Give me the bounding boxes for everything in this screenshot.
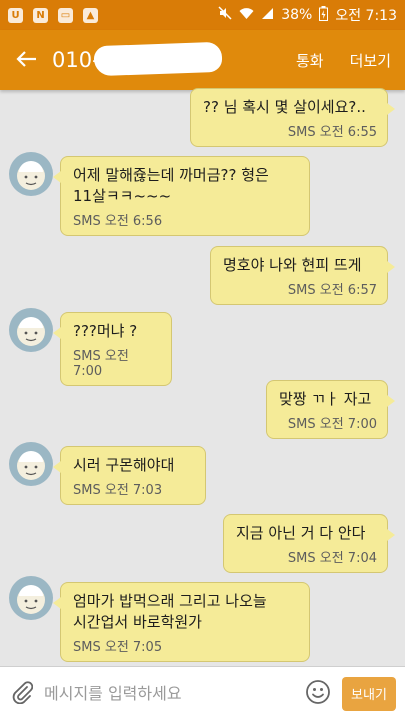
message-timestamp: SMS 오전 7:00 xyxy=(73,349,129,379)
gallery-icon: ▭ xyxy=(58,7,73,23)
message-timestamp: SMS 오전 7:00 xyxy=(287,417,377,432)
message-text: 어제 말해쥲는데 까머금?? 형은 11살ㅋㅋ~~~ xyxy=(73,166,269,205)
u-app-icon: U xyxy=(8,7,23,23)
message-list[interactable]: ?? 님 혹시 몇 살이세요?.. SMS 오전 6:55 어제 말해쥲는데 까… xyxy=(0,88,405,666)
message-bubble-incoming[interactable]: 시러 구몬해야대 SMS 오전 7:03 xyxy=(53,446,206,505)
message-text: 맞짱 ㄲㅏ 자고 xyxy=(279,390,372,408)
message-bubble-incoming[interactable]: 엄마가 밥먹으래 그리고 나오늘 시간업서 바로학원가 SMS 오전 7:05 xyxy=(53,582,310,662)
message-text: ?? 님 혹시 몇 살이세요?.. xyxy=(203,98,366,116)
message-timestamp: SMS 오전 6:56 xyxy=(73,214,163,229)
attach-button[interactable] xyxy=(0,680,44,708)
image-icon: ▲ xyxy=(83,7,98,23)
smiley-icon xyxy=(305,679,331,709)
avatar[interactable] xyxy=(9,308,53,352)
message-timestamp: SMS 오전 7:05 xyxy=(73,640,163,655)
arrow-left-icon xyxy=(15,46,37,74)
face-avatar-icon xyxy=(17,451,45,480)
message-timestamp: SMS 오전 7:04 xyxy=(287,551,377,566)
n-app-icon: N xyxy=(33,7,48,23)
contact-number-text: 010- xyxy=(52,48,100,72)
message-input[interactable] xyxy=(44,684,300,703)
message-bubble-outgoing[interactable]: 명호야 나와 현피 뜨게 SMS 오전 6:57 xyxy=(210,246,395,305)
signal-icon xyxy=(261,7,274,24)
wifi-icon xyxy=(239,7,254,24)
conversation-header: 010- 통화 더보기 xyxy=(0,30,405,90)
message-timestamp: SMS 오전 7:03 xyxy=(73,483,163,498)
clock: 오전 7:13 xyxy=(335,8,397,24)
message-bubble-outgoing[interactable]: ?? 님 혹시 몇 살이세요?.. SMS 오전 6:55 xyxy=(190,88,395,147)
contact-number: 010- xyxy=(52,41,223,77)
face-avatar-icon xyxy=(17,585,45,614)
call-button[interactable]: 통화 xyxy=(296,50,324,71)
message-bubble-outgoing[interactable]: 맞짱 ㄲㅏ 자고 SMS 오전 7:00 xyxy=(266,380,395,439)
face-avatar-icon xyxy=(17,317,45,346)
message-bubble-outgoing[interactable]: 지금 아닌 거 다 안다 SMS 오전 7:04 xyxy=(223,514,395,573)
avatar[interactable] xyxy=(9,442,53,486)
send-button[interactable]: 보내기 xyxy=(342,676,396,711)
avatar[interactable] xyxy=(9,152,53,196)
message-composer: 보내기 xyxy=(0,666,405,720)
message-bubble-incoming[interactable]: ???머냐 ? SMS 오전 7:00 xyxy=(53,312,172,386)
battery-percent: 38% xyxy=(281,7,313,23)
avatar[interactable] xyxy=(9,576,53,620)
emoji-button[interactable] xyxy=(300,679,336,709)
battery-icon xyxy=(319,5,329,25)
face-avatar-icon xyxy=(17,161,45,190)
back-button[interactable] xyxy=(0,30,52,90)
message-bubble-incoming[interactable]: 어제 말해쥲는데 까머금?? 형은 11살ㅋㅋ~~~ SMS 오전 6:56 xyxy=(53,156,310,236)
message-timestamp: SMS 오전 6:55 xyxy=(287,125,377,140)
message-text: 지금 아닌 거 다 안다 xyxy=(236,524,366,542)
message-text: 명호야 나와 현피 뜨게 xyxy=(223,256,362,274)
message-timestamp: SMS 오전 6:57 xyxy=(287,283,377,298)
message-text: 시러 구몬해야대 xyxy=(73,456,175,474)
message-text: ???머냐 ? xyxy=(73,322,138,340)
more-button[interactable]: 더보기 xyxy=(350,50,391,71)
paperclip-icon xyxy=(11,680,34,708)
mute-icon xyxy=(218,6,232,24)
redaction-mark xyxy=(93,41,223,77)
message-text: 엄마가 밥먹으래 그리고 나오늘 시간업서 바로학원가 xyxy=(73,592,267,631)
status-bar: U N ▭ ▲ 38% 오전 7:13 xyxy=(0,0,405,30)
